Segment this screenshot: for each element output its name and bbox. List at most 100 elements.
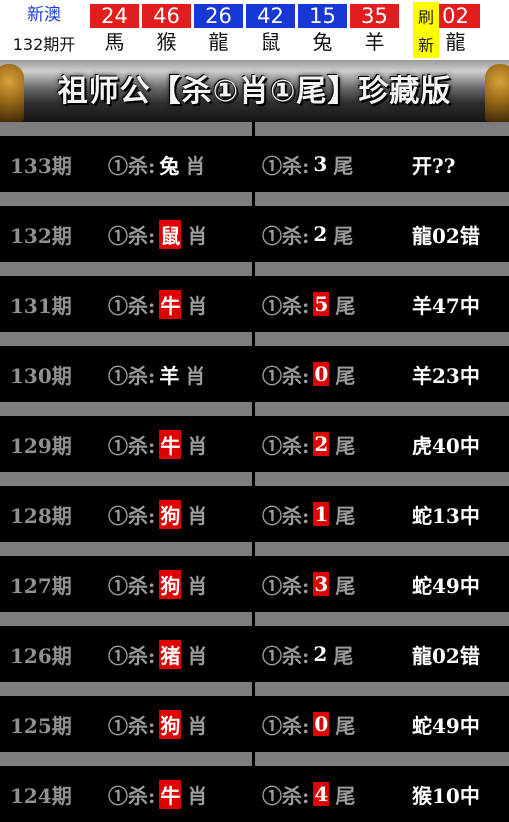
ball-number: 24 [90,4,139,28]
row-content: 132期 ①杀: 鼠肖 ①杀: 2 尾龍02错 [0,206,509,262]
table-row: 132期 ①杀: 鼠肖 ①杀: 2 尾龍02错 [0,192,509,262]
table-row: 128期 ①杀: 狗肖 ①杀: 1 尾蛇13中 [0,472,509,542]
ball-zodiac: 龍 [208,30,229,54]
zodiac-suffix: 肖 [187,433,208,458]
banner-title: 祖师公【杀①肖①尾】珍藏版 [57,74,452,109]
result-value: 蛇49中 [412,713,480,738]
draw-ball: 46 猴 [142,4,191,56]
row-content: 125期 ①杀: 狗肖 ①杀: 0 尾蛇49中 [0,696,509,752]
kill-tail-cell: ①杀: 2 尾 [262,640,353,669]
tail-suffix: 尾 [333,223,354,248]
draw-period-label: 132期开 [12,35,76,54]
kill-tail-cell: ①杀: 0 尾 [262,360,355,389]
kill-zodiac-value: 狗 [159,499,182,529]
result-value: 龍02错 [412,643,480,668]
kill-tail-value: 0 [313,362,330,386]
kill-label: ①杀: [262,363,310,388]
row-content: 124期 ①杀: 牛肖 ①杀: 4 尾猴10中 [0,766,509,822]
kill-zodiac-cell: ①杀: 鼠肖 [108,219,207,249]
kill-label: ①杀: [108,713,156,738]
kill-tail-value: 3 [313,572,330,596]
refresh-label-bottom: 新 [417,36,434,55]
period-label: 133期 [10,153,72,178]
zodiac-suffix: 肖 [185,363,206,388]
kill-tail-cell: ①杀: 5 尾 [262,290,355,319]
kill-label: ①杀: [108,573,156,598]
kill-tail-value: 4 [313,782,330,806]
kill-tail-value: 2 [313,432,330,456]
refresh-label-top: 刷 [417,8,434,27]
kill-zodiac-cell: ①杀: 牛肖 [108,289,207,319]
kill-zodiac-value: 狗 [159,569,182,599]
kill-label: ①杀: [262,783,310,808]
kill-label: ①杀: [262,433,310,458]
kill-tail-value: 2 [313,222,328,246]
kill-label: ①杀: [262,223,310,248]
period-label: 125期 [10,713,72,738]
period-label: 131期 [10,293,72,318]
ball-zodiac: 猴 [156,30,177,54]
kill-zodiac-cell: ①杀: 羊肖 [108,360,205,389]
region-label[interactable]: 新澳 [0,2,88,28]
refresh-button[interactable]: 刷 新 [413,2,439,58]
kill-tail-cell: ①杀: 2 尾 [262,220,353,249]
kill-label: ①杀: [262,503,310,528]
draw-ball: 35 羊 [350,4,399,56]
period-label: 127期 [10,573,72,598]
kill-tail-cell: ①杀: 4 尾 [262,780,355,809]
row-divider [0,612,509,626]
kill-tail-cell: ①杀: 2 尾 [262,430,355,459]
kill-label: ①杀: [262,153,310,178]
zodiac-suffix: 肖 [185,153,206,178]
kill-zodiac-value: 狗 [159,709,182,739]
tail-suffix: 尾 [335,503,356,528]
kill-zodiac-value: 牛 [159,779,182,809]
kill-tail-cell: ①杀: 3 尾 [262,150,353,179]
tail-suffix: 尾 [333,643,354,668]
row-divider [0,122,509,136]
kill-zodiac-cell: ①杀: 狗肖 [108,709,208,739]
table-row: 129期 ①杀: 牛肖 ①杀: 2 尾虎40中 [0,402,509,472]
draw-ball: 26 龍 [194,4,243,56]
ball-zodiac: 龍 [445,30,466,54]
row-divider [0,332,509,346]
result-value: 猴10中 [412,783,480,808]
kill-zodiac-cell: ①杀: 牛肖 [108,429,208,459]
draw-ball: 15 兔 [298,4,347,56]
ball-number: 42 [246,4,295,28]
ball-zodiac: 鼠 [260,30,281,54]
kill-label: ①杀: [262,713,310,738]
kill-label: ①杀: [108,783,156,808]
kill-zodiac-cell: ①杀: 兔肖 [108,150,205,179]
table-row: 131期 ①杀: 牛肖 ①杀: 5 尾羊47中 [0,262,509,332]
period-label: 132期 [10,223,72,248]
kill-label: ①杀: [262,293,310,318]
row-divider [0,682,509,696]
kill-label: ①杀: [262,643,310,668]
result-value: 蛇49中 [412,573,480,598]
kill-label: ①杀: [108,223,156,248]
tail-suffix: 尾 [335,783,356,808]
row-divider [0,262,509,276]
zodiac-suffix: 肖 [187,643,208,668]
zodiac-suffix: 肖 [187,713,208,738]
row-content: 127期 ①杀: 狗肖 ①杀: 3 尾蛇49中 [0,556,509,612]
kill-zodiac-cell: ①杀: 狗肖 [108,499,207,529]
table-row: 126期 ①杀: 猪肖 ①杀: 2 尾龍02错 [0,612,509,682]
kill-zodiac-value: 鼠 [159,219,182,249]
row-divider [0,752,509,766]
result-value: 虎40中 [412,433,480,458]
ball-number: 35 [350,4,399,28]
ball-zodiac: 羊 [364,30,385,54]
ball-number: 15 [298,4,347,28]
kill-label: ①杀: [108,643,156,668]
row-divider [0,542,509,556]
period-label: 130期 [10,363,72,388]
tail-suffix: 尾 [335,293,356,318]
row-content: 128期 ①杀: 狗肖 ①杀: 1 尾蛇13中 [0,486,509,542]
row-content: 133期 ①杀: 兔肖 ①杀: 3 尾开?? [0,136,509,192]
result-value: 龍02错 [412,223,480,248]
prediction-table: 133期 ①杀: 兔肖 ①杀: 3 尾开?? 132期 ①杀: 鼠肖 ①杀: 2 尾龍02错 131期 ①… [0,122,509,822]
kill-label: ①杀: [108,293,156,318]
row-divider [0,472,509,486]
